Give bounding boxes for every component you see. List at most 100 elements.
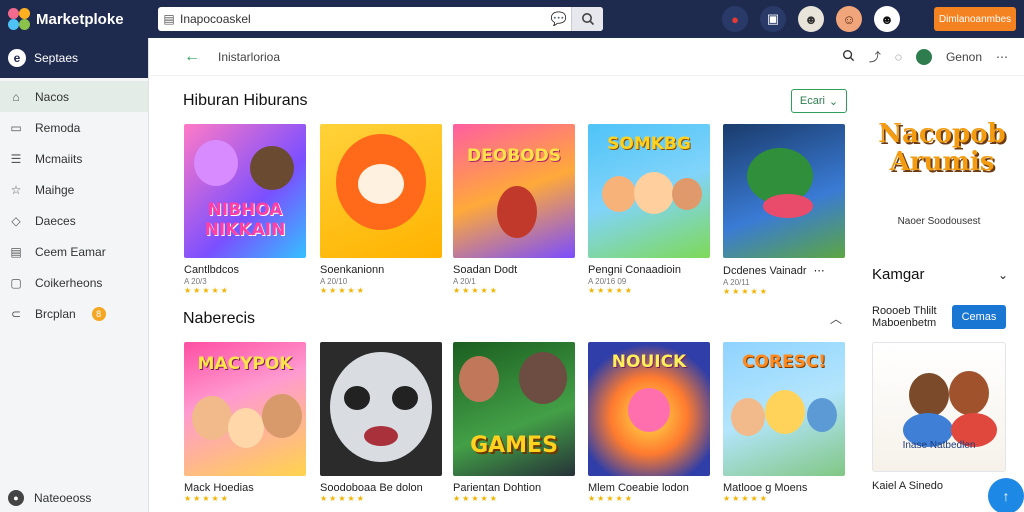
brand-logo-icon: [8, 8, 30, 30]
cta-button[interactable]: Dimlanoanmbes: [934, 7, 1016, 31]
game-meta: A 20/10: [320, 277, 348, 286]
friend-avatar[interactable]: ☻: [874, 6, 900, 32]
game-card[interactable]: Soodoboaa Be dolon ★★★★★: [320, 342, 442, 503]
game-thumbnail: CORESC!: [723, 342, 845, 476]
sidebar-footer[interactable]: ● Nateoeoss: [0, 484, 148, 512]
user-avatar[interactable]: ☺: [836, 6, 862, 32]
back-arrow-icon[interactable]: ←: [184, 48, 218, 66]
game-card[interactable]: Soenkanionn A 20/10 ★★★★★: [320, 124, 442, 295]
game-title: Soenkanionn: [320, 264, 385, 276]
tablet-icon[interactable]: ▣: [760, 6, 786, 32]
game-thumbnail: [723, 124, 845, 258]
notification-badge: 8: [91, 306, 106, 321]
star-rating: ★★★★★: [723, 494, 769, 503]
chat-icon[interactable]: ◌: [895, 50, 902, 64]
share-icon[interactable]: ⤴: [869, 48, 881, 65]
sidebar-item-label: Daeces: [35, 213, 76, 228]
game-card[interactable]: NOUICK Mlem Coeabie lodon ★★★★★: [588, 342, 710, 503]
doc-icon: ▤: [163, 12, 175, 26]
sidebar-item-remoda[interactable]: ▭ Remoda: [0, 112, 148, 143]
profile-avatar[interactable]: ☻: [798, 6, 824, 32]
sidebar-item-label: Coikerheons: [35, 275, 103, 290]
game-banner-text: SOMKBG: [607, 134, 691, 154]
sidebar-item-brcplan[interactable]: ⊂ Brcplan 8: [0, 298, 148, 329]
promo-title[interactable]: Nacopob Arumis: [874, 120, 1010, 176]
game-banner-text: NOUICK: [611, 352, 687, 372]
sidebar-item-maihge[interactable]: ☆ Maihge: [0, 174, 148, 205]
game-thumbnail: NIBHOA NIKKAIN: [184, 124, 306, 258]
star-rating: ★★★★★: [588, 494, 634, 503]
game-card[interactable]: DEOBODS Soadan Dodt A 20/1 ★★★★★: [453, 124, 575, 295]
section-title: Naberecis: [183, 310, 256, 327]
game-thumbnail: NOUICK: [588, 342, 710, 476]
game-card[interactable]: NIBHOA NIKKAIN Cantlbdcos A 20/3 ★★★★★: [184, 124, 306, 295]
featured-card-title: Kaiel A Sinedo: [872, 480, 943, 492]
chevron-down-icon[interactable]: ⌄: [998, 268, 1008, 282]
calendar-icon: ▤: [10, 244, 22, 259]
game-title: Mlem Coeabie lodon: [588, 482, 689, 494]
game-card[interactable]: CORESC! Matlooe g Moens ★★★★★: [723, 342, 845, 503]
star-rating: ★★★★★: [320, 286, 366, 295]
more-icon[interactable]: ⋯: [814, 265, 825, 277]
star-icon: ☆: [10, 182, 22, 197]
star-rating: ★★★★★: [453, 286, 499, 295]
game-title: Parientan Dohtion: [453, 482, 542, 494]
more-icon[interactable]: ⋯: [996, 50, 1008, 64]
game-card[interactable]: MACYPOK Mack Hoedias ★★★★★: [184, 342, 306, 503]
featured-card[interactable]: Inase Natbedlen: [872, 342, 1006, 472]
chevron-up-icon[interactable]: ︿: [830, 310, 842, 327]
star-rating: ★★★★★: [184, 286, 230, 295]
top-icons: ● ▣ ☻ ☺ ☻: [722, 6, 900, 32]
game-card[interactable]: GAMES Parientan Dohtion ★★★★★: [453, 342, 575, 503]
sidebar-header[interactable]: e Septaes: [0, 38, 148, 78]
game-thumbnail: DEOBODS: [453, 124, 575, 258]
notification-icon[interactable]: ●: [722, 6, 748, 32]
game-meta: A 20/11: [723, 278, 750, 287]
account-label[interactable]: Genon: [946, 50, 982, 64]
filter-button-label: Ecari: [799, 95, 825, 107]
search-button[interactable]: [571, 7, 603, 31]
game-meta: A 20/3: [184, 277, 207, 286]
game-banner-text: MACYPOK: [197, 354, 293, 374]
sidebar-item-home[interactable]: ⌂ Nacos: [0, 81, 148, 112]
account-icon: ●: [8, 490, 24, 506]
game-thumbnail: SOMKBG: [588, 124, 710, 258]
brand[interactable]: Marketploke: [0, 8, 150, 30]
sidebar-item-mcmaiits[interactable]: ☰ Mcmaiits: [0, 143, 148, 174]
sidebar-item-label: Maihge: [35, 182, 75, 197]
account-avatar[interactable]: [915, 48, 932, 65]
search-icon: [581, 13, 594, 26]
doc-icon: ▭: [10, 120, 22, 135]
game-banner-text: CORESC!: [741, 352, 827, 372]
sidebar-item-ceem-eamar[interactable]: ▤ Ceem Eamar: [0, 236, 148, 267]
game-title: Dcdenes Vainadr: [723, 265, 807, 277]
sidebar-item-coikerheons[interactable]: ▢ Coikerheons: [0, 267, 148, 298]
search-icon[interactable]: [842, 49, 855, 65]
chat-icon[interactable]: 💬: [547, 11, 571, 27]
sidebar-item-daeces[interactable]: ◇ Daeces: [0, 205, 148, 236]
category-button[interactable]: Cemas: [952, 305, 1006, 329]
game-banner-text: NIBHOA NIKKAIN: [204, 200, 286, 240]
brand-name: Marketploke: [36, 10, 124, 28]
breadcrumb: Inistarlorioa: [218, 49, 281, 64]
search-bar: ▤ 💬: [158, 7, 603, 31]
game-title-row: Dcdenes Vainadr ⋯: [723, 264, 845, 277]
game-card[interactable]: Dcdenes Vainadr ⋯ A 20/11 ★★★★★: [723, 124, 845, 296]
search-input[interactable]: [180, 12, 547, 26]
featured-card-caption: Inase Natbedlen: [902, 440, 976, 451]
game-thumbnail: [320, 342, 442, 476]
breadcrumb-bar: ← Inistarlorioa ⤴ ◌ Genon ⋯: [150, 38, 1024, 76]
star-rating: ★★★★★: [588, 286, 634, 295]
category-info: Roooeb Thlilt Maboenbetm: [872, 305, 937, 329]
sidebar-item-label: Ceem Eamar: [35, 244, 106, 259]
game-card[interactable]: SOMKBG Pengni Conaadioin A 20/16 09 ★★★★…: [588, 124, 710, 295]
star-rating: ★★★★★: [320, 494, 366, 503]
game-title: Cantlbdcos: [184, 264, 240, 276]
floating-action-button[interactable]: ↑: [988, 478, 1024, 512]
game-thumbnail: GAMES: [453, 342, 575, 476]
top-bar: Marketploke ▤ 💬 ● ▣ ☻ ☺ ☻ Dimlanoanmbes: [0, 0, 1024, 38]
game-meta: A 20/16 09: [588, 277, 627, 286]
star-rating: ★★★★★: [453, 494, 499, 503]
filter-button[interactable]: Ecari ⌄: [791, 89, 847, 113]
sidebar-header-label: Septaes: [34, 51, 79, 65]
